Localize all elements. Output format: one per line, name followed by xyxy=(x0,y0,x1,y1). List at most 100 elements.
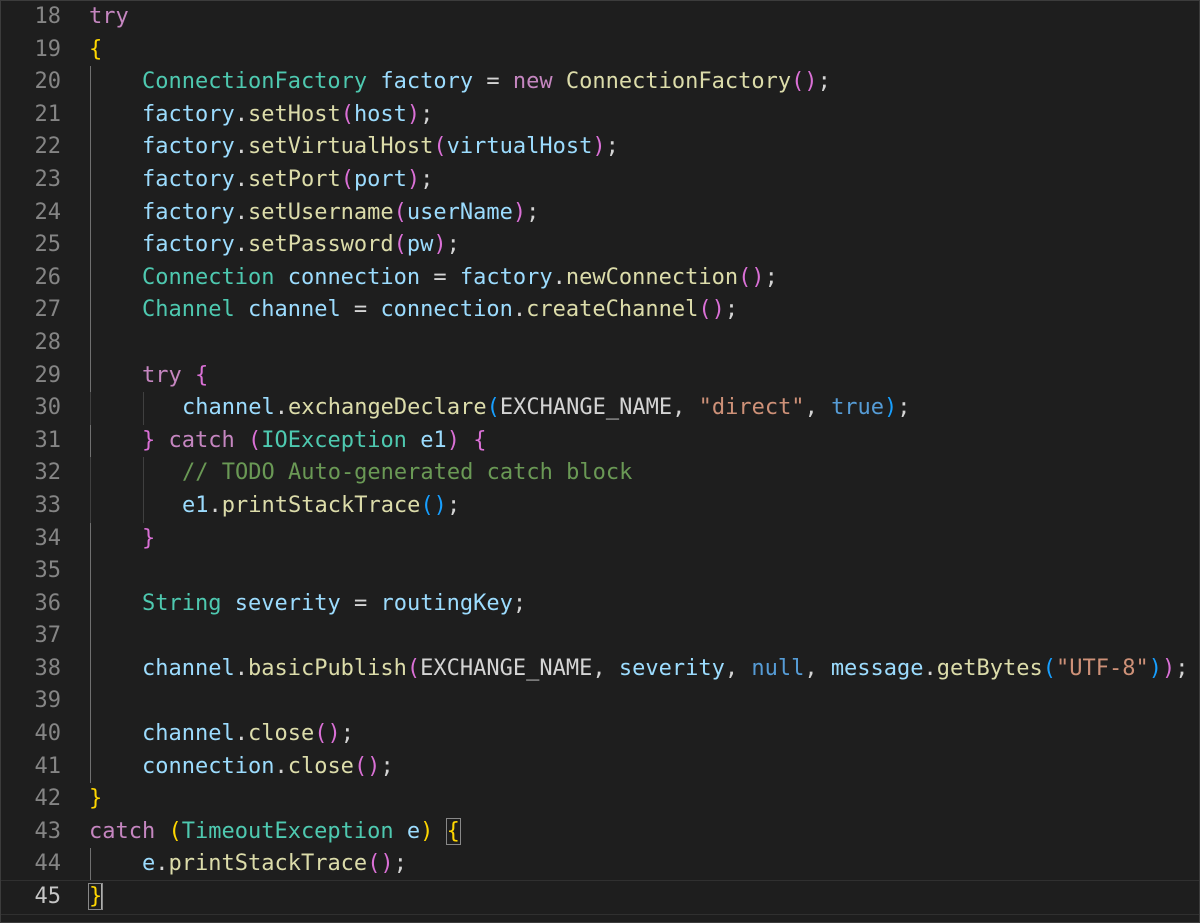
code-token: ) xyxy=(446,427,460,453)
code-token: ( xyxy=(1042,655,1056,681)
code-text: connection.close(); xyxy=(142,751,394,784)
code-token: , xyxy=(592,655,619,681)
code-line[interactable]: 22 factory.setVirtualHost(virtualHost); xyxy=(1,131,1199,164)
code-token: host xyxy=(353,101,407,127)
code-line[interactable]: 31} catch (IOException e1) { xyxy=(1,424,1199,458)
code-line[interactable]: 27 Channel channel = connection.createCha… xyxy=(1,294,1199,327)
code-token: close xyxy=(287,753,354,779)
indent-guide xyxy=(90,424,91,458)
code-line[interactable]: 30 channel.exchangeDeclare(EXCHANGE_NAME,… xyxy=(1,392,1199,425)
code-line[interactable]: 39 xyxy=(1,685,1199,719)
indent-guide xyxy=(90,718,91,751)
line-number: 38 xyxy=(34,655,62,681)
code-token: . xyxy=(234,166,248,192)
code-token: () xyxy=(738,264,765,290)
code-line[interactable]: 34} xyxy=(1,522,1199,556)
code-text: factory.setVirtualHost(virtualHost); xyxy=(142,131,619,164)
line-number: 22 xyxy=(34,134,62,160)
code-token: ( xyxy=(433,134,447,160)
code-token: TimeoutException xyxy=(181,818,394,844)
code-token: ) xyxy=(433,232,447,258)
code-line[interactable]: 40 channel.close(); xyxy=(1,718,1199,751)
code-token: IOException xyxy=(261,427,407,453)
code-editor[interactable]: 18 try 19 {20 ConnectionFactory factory = ne… xyxy=(0,0,1200,923)
code-token: try xyxy=(142,362,182,388)
code-line[interactable]: 25 factory.setPassword(pw); xyxy=(1,229,1199,262)
code-token: ) xyxy=(1161,655,1176,681)
code-token: pw xyxy=(406,232,434,258)
code-token: . xyxy=(552,264,566,290)
code-token: channel xyxy=(142,721,235,747)
line-number: 41 xyxy=(34,753,62,779)
code-line[interactable]: 32 // TODO Auto-generated catch block xyxy=(1,457,1199,490)
code-line[interactable]: 37 xyxy=(1,620,1199,653)
code-line[interactable]: 38 channel.basicPublish(EXCHANGE_NAME, se… xyxy=(1,652,1199,686)
code-token: port xyxy=(353,166,407,192)
code-line[interactable]: 44 e.printStackTrace(); xyxy=(1,848,1199,882)
code-token: . xyxy=(234,655,248,681)
code-token: EXCHANGE_NAME xyxy=(499,395,673,421)
code-token: ( xyxy=(486,395,500,421)
code-line[interactable]: 29 try { xyxy=(1,359,1199,393)
code-line[interactable]: 36 String severity = routingKey; xyxy=(1,587,1199,621)
code-text: factory.setPort(port); xyxy=(142,164,433,197)
text-cursor xyxy=(101,884,104,911)
code-token: connection xyxy=(287,264,421,290)
code-token: , xyxy=(804,395,832,421)
code-token: = xyxy=(420,264,460,290)
code-token: "UTF-8" xyxy=(1056,655,1149,681)
code-token: setVirtualHost xyxy=(247,134,434,160)
code-token: . xyxy=(208,492,222,518)
code-line[interactable]: 33 e1.printStackTrace(); xyxy=(1,489,1199,523)
code-line[interactable]: 18 try xyxy=(1,1,1199,34)
code-token: ( xyxy=(247,427,262,453)
code-text: e1.printStackTrace(); xyxy=(182,490,460,523)
indent-guide xyxy=(90,685,91,719)
code-token: // TODO Auto-generated catch block xyxy=(182,460,633,486)
code-token: Connection xyxy=(142,264,275,290)
code-text: channel.basicPublish(EXCHANGE_NAME, seve… xyxy=(142,653,1188,686)
line-number: 23 xyxy=(34,166,62,192)
code-token: . xyxy=(234,199,248,225)
code-line[interactable]: 28 xyxy=(1,326,1199,360)
code-token: factory xyxy=(142,134,235,160)
code-token: . xyxy=(234,721,248,747)
code-line[interactable]: 19 { xyxy=(1,34,1199,67)
code-line[interactable]: 45} xyxy=(1,880,1199,915)
code-line[interactable]: 20 ConnectionFactory factory = new Connec… xyxy=(1,66,1199,99)
line-number: 37 xyxy=(34,623,62,649)
code-line[interactable]: 43 catch (TimeoutException e) { xyxy=(1,816,1199,849)
code-token: ; xyxy=(764,264,778,290)
code-line[interactable]: 41 connection.close(); xyxy=(1,750,1199,784)
code-token: routingKey xyxy=(380,590,513,616)
code-token: ) xyxy=(406,166,421,192)
line-number: 31 xyxy=(34,427,62,453)
code-token: catch xyxy=(89,818,156,844)
code-token: printStackTrace xyxy=(221,492,421,518)
code-line[interactable]: 21 factory.setHost(host); xyxy=(1,98,1199,132)
indent-guide xyxy=(143,392,144,425)
code-token: ) xyxy=(406,101,421,127)
code-text: ConnectionFactory factory = new Connecti… xyxy=(142,66,831,99)
code-line[interactable]: 26 Connection connection = factory.newCon… xyxy=(1,261,1199,295)
code-token: exchangeDeclare xyxy=(287,395,487,421)
code-token: { xyxy=(445,817,461,845)
line-number: 21 xyxy=(34,101,62,127)
line-number: 30 xyxy=(34,395,62,421)
code-line[interactable]: 23 factory.setPort(port); xyxy=(1,163,1199,197)
indent-guide xyxy=(90,392,91,425)
code-line[interactable]: 42} xyxy=(1,783,1199,816)
code-line[interactable]: 24 factory.setUsername(userName); xyxy=(1,196,1199,230)
line-number: 25 xyxy=(34,232,62,258)
code-line[interactable]: 35 xyxy=(1,555,1199,588)
code-token: ConnectionFactory xyxy=(565,69,792,95)
